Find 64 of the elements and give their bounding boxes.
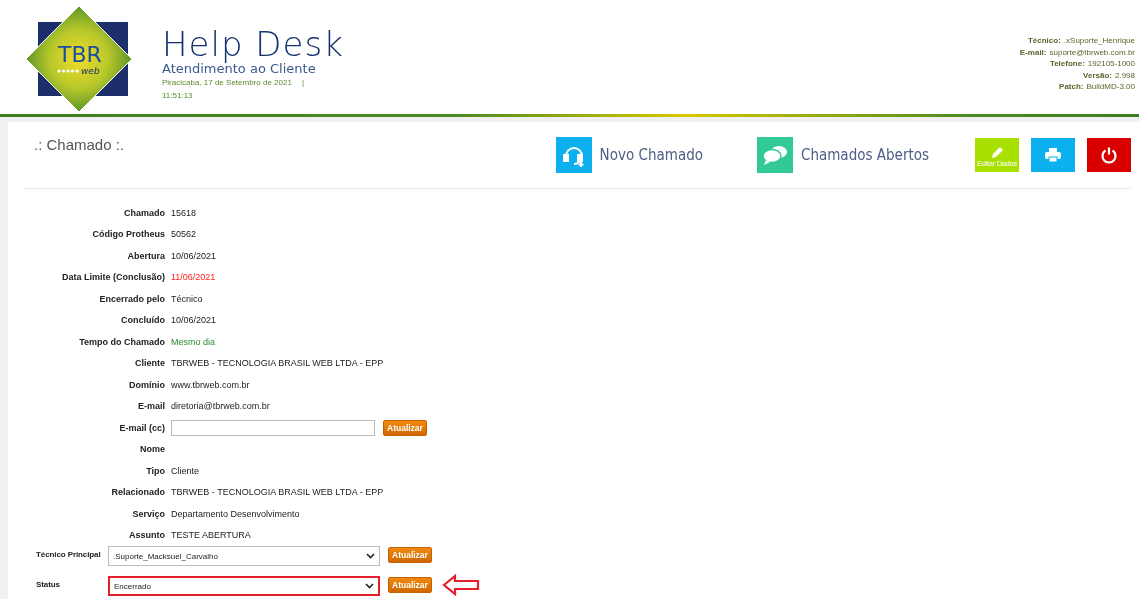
chevron-icon	[365, 583, 374, 589]
power-button[interactable]	[1087, 138, 1131, 172]
info-value: 2.998	[1114, 69, 1135, 82]
info-label: Versão:	[1083, 69, 1112, 82]
field-label: E-mail	[137, 401, 165, 412]
info-label: Telefone:	[1049, 58, 1085, 70]
power-icon	[1100, 146, 1118, 164]
chat-icon	[756, 137, 793, 173]
date-text: Piracicaba, 17 de Setembro de 2021	[162, 77, 292, 89]
logo: TBR web	[24, 4, 134, 114]
pencil-icon	[989, 144, 1005, 161]
app-subtitle: Atendimento ao Cliente	[162, 62, 317, 76]
field-label: Assunto	[128, 530, 165, 541]
toolbar-link[interactable]: Chamados Abertos	[800, 146, 929, 164]
field-label: Chamado	[123, 207, 165, 218]
field-value: 10/06/2021	[171, 250, 217, 261]
chevron-icon	[366, 553, 375, 559]
info-value: BuildMD-3.00	[1086, 81, 1135, 93]
field-value: TESTE ABERTURA	[171, 530, 251, 541]
field-value: 11/06/2021	[171, 272, 216, 283]
print-button[interactable]	[1031, 138, 1075, 172]
field-value: 15618	[171, 207, 197, 218]
info-label: E-mail:	[1019, 46, 1047, 59]
arrow-annotation	[441, 574, 480, 596]
info-value: .xSuporte_Henrique	[1063, 35, 1135, 47]
field-label: Código Protheus	[91, 229, 165, 240]
info-label: Técnico:	[1027, 35, 1061, 47]
field-value: Mesmo dia	[171, 336, 215, 347]
email-cc-field[interactable]	[171, 419, 375, 436]
field-label: E-mail (cc)	[118, 422, 165, 433]
field-label: Tempo do Chamado	[78, 336, 165, 347]
field-value: Técnico	[171, 293, 203, 304]
info-label: Patch:	[1059, 81, 1084, 93]
field-value: www.tbrweb.com.br	[171, 379, 250, 390]
toolbar-link[interactable]: Novo Chamado	[599, 146, 703, 164]
select-field[interactable]: .Suporte_Macksuel_Carvalho	[108, 546, 380, 566]
separator-text: |	[301, 77, 304, 89]
field-label: Técnico Principal	[36, 549, 102, 559]
field-label: Encerrado pelo	[98, 293, 165, 304]
field-label: Relacionado	[110, 487, 165, 498]
field-label: Nome	[139, 444, 165, 455]
field-value: diretoria@tbrweb.com.br	[171, 401, 270, 412]
field-label: Tipo	[145, 465, 165, 476]
page-title: .: Chamado :.	[34, 136, 125, 153]
field-value: Departamento Desenvolvimento	[171, 508, 300, 519]
field-label: Domínio	[128, 379, 165, 390]
time-text: 11:51:13	[162, 90, 194, 102]
field-value: Cliente	[171, 465, 199, 476]
headset-icon	[555, 137, 592, 173]
field-label: Abertura	[126, 250, 165, 261]
field-label: Status	[36, 579, 61, 589]
field-value: 50562	[171, 229, 197, 240]
field-value: 10/06/2021	[171, 315, 217, 326]
printer-icon	[1044, 147, 1062, 163]
field-value: TBRWEB - TECNOLOGIA BRASIL WEB LTDA - EPP	[171, 358, 384, 369]
info-value: 192105-1000	[1087, 58, 1135, 70]
field-label: Cliente	[134, 358, 165, 369]
field-label: Serviço	[131, 508, 165, 519]
field-label: Data Limite (Conclusão)	[61, 272, 165, 283]
info-value: suporte@tbrweb.com.br	[1049, 46, 1135, 59]
app-title: Help Desk	[162, 26, 344, 62]
field-label: Concluído	[120, 315, 165, 326]
field-value: TBRWEB - TECNOLOGIA BRASIL WEB LTDA - EPP	[171, 487, 384, 498]
select-field[interactable]: Encerrado	[108, 576, 380, 596]
